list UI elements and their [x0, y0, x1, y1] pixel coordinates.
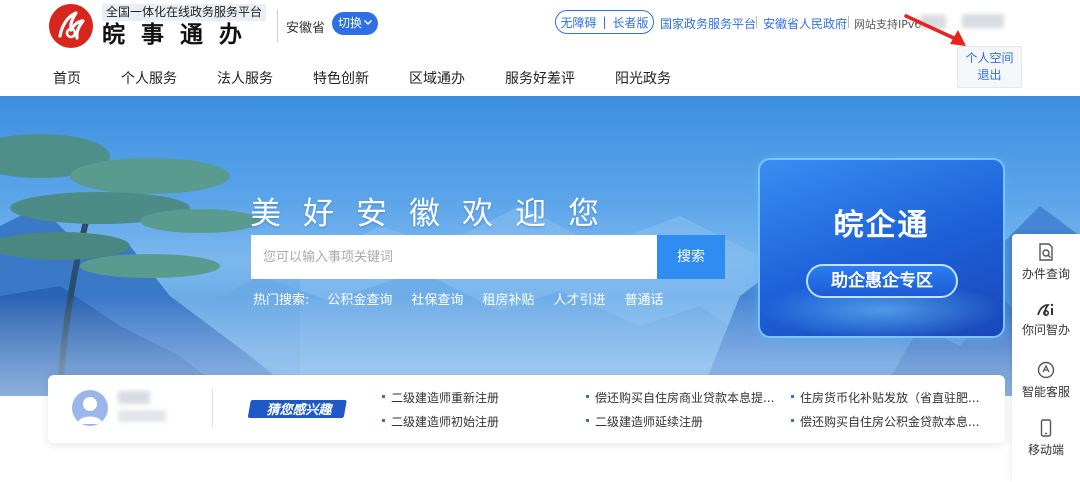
sidebar-item-case-query[interactable]: 办件查询: [1012, 242, 1080, 282]
sidebar-item-mobile[interactable]: 移动端: [1012, 418, 1080, 458]
user-dropdown-menu: 个人空间 退出: [957, 46, 1022, 88]
recommended-item[interactable]: 二级建造师重新注册: [382, 389, 499, 406]
nav-item-home[interactable]: 首页: [53, 68, 81, 88]
interest-label: 猜您感兴趣: [266, 402, 333, 418]
document-search-icon: [1039, 243, 1053, 261]
logo-name[interactable]: 皖事通办: [102, 21, 258, 49]
nav-item-personal-services[interactable]: 个人服务: [121, 68, 177, 88]
hot-searches-label: 热门搜索:: [253, 293, 310, 308]
enterprise-promo-card[interactable]: 皖企通 助企惠企专区: [758, 158, 1005, 338]
floating-sidebar: 办件查询 你问智办 智能客服 移动端: [1012, 234, 1080, 482]
mobile-phone-icon: [1040, 419, 1052, 437]
sidebar-item-label: 你问智办: [1021, 323, 1070, 337]
ai-assistant-icon: [1037, 303, 1054, 317]
logo-tagline: 全国一体化在线政务服务平台: [102, 4, 267, 21]
recommended-item[interactable]: 住房货币化补贴发放（省直驻肥...: [791, 389, 979, 406]
sidebar-item-smart-service[interactable]: 智能客服: [1012, 360, 1080, 400]
province-label: 安徽省: [286, 21, 326, 36]
nav-item-regional-services[interactable]: 区域通办: [409, 68, 465, 88]
chevron-down-icon: [363, 19, 373, 26]
promo-title: 皖企通: [833, 208, 930, 243]
recommended-item[interactable]: 偿还购买自住房商业贷款本息提...: [586, 389, 774, 406]
sidebar-item-ai-assistant[interactable]: 你问智办: [1012, 302, 1080, 338]
national-platform-link[interactable]: 国家政务服务平台: [660, 15, 756, 32]
recommended-item[interactable]: 偿还购买自住房公积金贷款本息...: [791, 413, 979, 430]
hero-banner: 美好安徽欢迎您 搜索 热门搜索: 公积金查询 社保查询 租房补贴 人才引进 普通…: [0, 96, 1080, 396]
link-divider: [756, 16, 757, 28]
recommendation-card: 猜您感兴趣 二级建造师重新注册 偿还购买自住房商业贷款本息提... 住房货币化补…: [48, 375, 1005, 443]
welcome-heading: 美好安徽欢迎您: [250, 196, 621, 232]
link-divider: [848, 16, 849, 28]
search-button[interactable]: 搜索: [657, 235, 725, 279]
personal-space-link[interactable]: 个人空间: [958, 50, 1021, 67]
hot-search-item[interactable]: 社保查询: [411, 289, 463, 308]
card-divider: [212, 389, 213, 427]
toggle-divider: |: [602, 15, 607, 29]
page: 全国一体化在线政务服务平台 皖事通办 安徽省 切换 无障碍 | 长者版 国家政务…: [0, 0, 1080, 482]
hot-search-item[interactable]: 人才引进: [553, 289, 605, 308]
anhui-government-link[interactable]: 安徽省人民政府: [763, 15, 847, 32]
avatar[interactable]: [72, 390, 108, 426]
sidebar-item-label: 移动端: [1027, 443, 1064, 457]
nav-item-corporate-services[interactable]: 法人服务: [217, 68, 273, 88]
user-avatar-icon: [77, 397, 103, 424]
interest-label-badge: 猜您感兴趣: [248, 400, 347, 418]
redacted-user-name: [118, 391, 150, 404]
hot-search-item[interactable]: 普通话: [624, 289, 663, 308]
hot-search-item[interactable]: 租房补贴: [482, 289, 534, 308]
elder-mode-link[interactable]: 长者版: [613, 14, 649, 31]
header-divider: [277, 10, 278, 42]
search-box: [251, 235, 657, 279]
redacted-user-detail: [118, 410, 166, 422]
sidebar-item-label: 智能客服: [1021, 385, 1070, 399]
nav-item-open-government[interactable]: 阳光政务: [615, 68, 671, 88]
accessibility-toggle-group: 无障碍 | 长者版: [555, 10, 654, 34]
recommended-item[interactable]: 二级建造师初始注册: [382, 413, 499, 430]
accessibility-link[interactable]: 无障碍: [560, 14, 596, 31]
main-nav: 首页 个人服务 法人服务 特色创新 区域通办 服务好差评 阳光政务: [40, 68, 698, 88]
sidebar-item-label: 办件查询: [1021, 267, 1070, 281]
hot-searches: 热门搜索: 公积金查询 社保查询 租房补贴 人才引进 普通话: [253, 289, 682, 308]
robot-icon: [1037, 361, 1055, 379]
switch-region-button[interactable]: 切换: [332, 12, 378, 35]
nav-item-service-rating[interactable]: 服务好差评: [505, 68, 575, 88]
nav-item-featured-innovation[interactable]: 特色创新: [313, 68, 369, 88]
search-input[interactable]: [251, 235, 657, 279]
logout-link[interactable]: 退出: [958, 67, 1021, 84]
recommended-item[interactable]: 二级建造师延续注册: [586, 413, 703, 430]
switch-region-label: 切换: [338, 16, 363, 30]
annotation-arrow-icon: [904, 14, 966, 46]
promo-subtitle-button[interactable]: 助企惠企专区: [806, 264, 958, 298]
site-header: 全国一体化在线政务服务平台 皖事通办 安徽省 切换 无障碍 | 长者版 国家政务…: [0, 0, 1080, 96]
hot-search-item[interactable]: 公积金查询: [327, 289, 392, 308]
logo-icon[interactable]: [48, 3, 94, 49]
